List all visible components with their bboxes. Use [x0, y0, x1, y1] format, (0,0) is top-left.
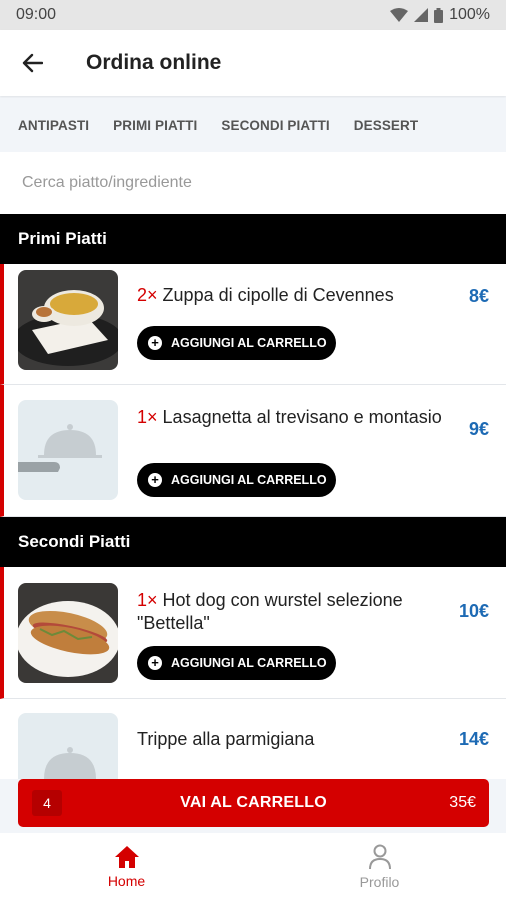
dish-title: Zuppa di cipolle di Cevennes [162, 285, 394, 305]
search-bar [0, 152, 506, 214]
status-time: 09:00 [16, 6, 57, 23]
tab-primi-piatti[interactable]: PRIMI PIATTI [113, 118, 197, 133]
add-to-cart-button[interactable]: + AGGIUNGI AL CARRELLO [137, 326, 336, 360]
cart-total: 35€ [449, 794, 476, 811]
person-icon [368, 844, 391, 869]
dish-name: 1× Hot dog con wurstel selezione "Bettel… [137, 589, 447, 635]
dish-title: Trippe alla parmigiana [137, 729, 315, 749]
add-to-cart-button[interactable]: + AGGIUNGI AL CARRELLO [137, 646, 336, 680]
dish-price: 8€ [468, 286, 489, 306]
cart-count-badge: 4 [32, 790, 62, 816]
dish-quantity: 1× [137, 407, 158, 427]
category-tabs: ANTIPASTI PRIMI PIATTI SECONDI PIATTI DE… [0, 98, 506, 152]
arrow-left-icon [22, 53, 43, 73]
battery-level: 100% [449, 6, 490, 23]
status-bar: 09:00 100% [0, 0, 506, 30]
page-title: Ordina online [86, 51, 222, 74]
nav-profile[interactable]: Profilo [253, 833, 506, 900]
section-header-primi-piatti: Primi Piatti [0, 214, 506, 264]
nav-profile-label: Profilo [359, 873, 400, 890]
menu-item[interactable]: 1× Lasagnetta al trevisano e montasio 9€… [0, 385, 506, 517]
cart-label: VAI AL CARRELLO [180, 794, 327, 811]
menu-item[interactable]: 2× Zuppa di cipolle di Cevennes 8€ + AGG… [0, 264, 506, 385]
plus-circle-icon: + [148, 656, 162, 670]
signal-icon [414, 8, 429, 22]
add-to-cart-button[interactable]: + AGGIUNGI AL CARRELLO [137, 463, 336, 497]
dish-price: 9€ [468, 419, 489, 439]
wifi-icon [390, 8, 409, 22]
nav-home[interactable]: Home [0, 833, 253, 900]
plus-circle-icon: + [148, 336, 162, 350]
status-icons: 100% [390, 6, 490, 24]
section-header-secondi-piatti: Secondi Piatti [0, 517, 506, 567]
menu-item[interactable]: Trippe alla parmigiana 14€ [0, 699, 506, 779]
go-to-cart-button[interactable]: 4 VAI AL CARRELLO 35€ [18, 779, 489, 827]
back-button[interactable] [0, 30, 64, 96]
dish-name: 1× Lasagnetta al trevisano e montasio [137, 406, 447, 429]
dish-title: Hot dog con wurstel selezione "Bettella" [137, 590, 403, 633]
tab-antipasti[interactable]: ANTIPASTI [18, 118, 89, 133]
search-input[interactable] [0, 152, 506, 214]
nav-home-label: Home [107, 872, 146, 889]
add-to-cart-label: AGGIUNGI AL CARRELLO [171, 656, 327, 670]
dish-name: Trippe alla parmigiana [137, 728, 447, 751]
dish-price: 14€ [458, 729, 489, 749]
dish-image-soup [18, 270, 118, 370]
dish-quantity: 2× [137, 285, 158, 305]
dish-title: Lasagnetta al trevisano e montasio [162, 407, 442, 427]
home-icon [114, 845, 139, 868]
plus-circle-icon: + [148, 473, 162, 487]
add-to-cart-label: AGGIUNGI AL CARRELLO [171, 336, 327, 350]
add-to-cart-label: AGGIUNGI AL CARRELLO [171, 473, 327, 487]
dish-quantity: 1× [137, 590, 158, 610]
dish-price: 10€ [458, 601, 489, 621]
battery-icon [434, 7, 444, 23]
dish-name: 2× Zuppa di cipolle di Cevennes [137, 284, 447, 307]
tab-secondi-piatti[interactable]: SECONDI PIATTI [221, 118, 329, 133]
dish-image-hotdog [18, 583, 118, 683]
cloche-placeholder-icon [18, 713, 118, 779]
cloche-placeholder-icon [18, 400, 118, 500]
app-bar: Ordina online [0, 30, 506, 96]
menu-item[interactable]: 1× Hot dog con wurstel selezione "Bettel… [0, 567, 506, 699]
tab-dessert[interactable]: DESSERT [354, 118, 418, 133]
bottom-navigation: Home Profilo [0, 833, 506, 900]
